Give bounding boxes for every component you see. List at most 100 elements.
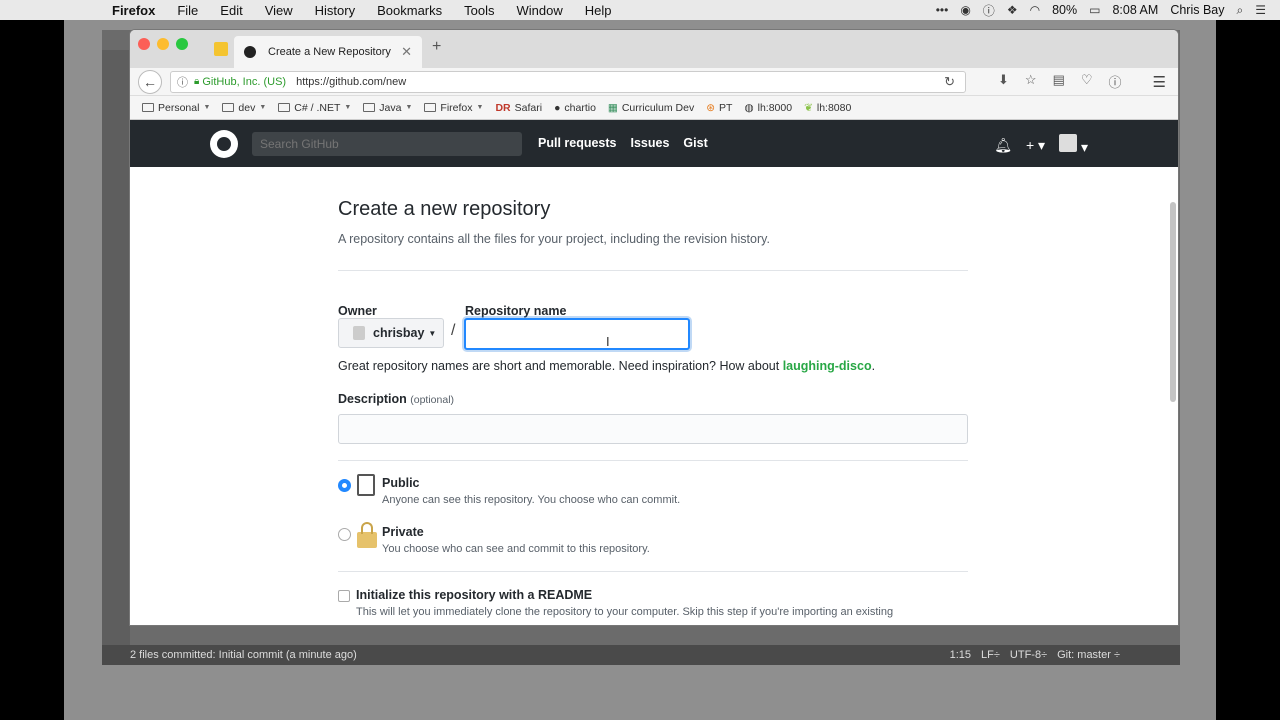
pinned-tab[interactable] — [214, 42, 228, 56]
back-button[interactable]: ← — [138, 69, 162, 94]
lock-icon: 🔒︎ — [194, 76, 200, 87]
menu-app-name[interactable]: Firefox — [112, 3, 155, 18]
bookmark-label: dev — [238, 101, 256, 114]
folder-icon — [278, 103, 291, 112]
addon-info-icon[interactable]: ⓘ — [1109, 72, 1122, 91]
repository-name-input[interactable] — [464, 318, 690, 350]
bookmark-safari[interactable]: DR Safari — [495, 102, 542, 114]
menu-view[interactable]: View — [265, 3, 293, 18]
globe-icon: ◍ — [744, 101, 754, 114]
close-tab-icon[interactable]: ✕ — [401, 44, 412, 60]
reload-icon[interactable]: ↻ — [944, 74, 955, 90]
site-identity: GitHub, Inc. (US) — [202, 75, 287, 88]
description-input[interactable] — [338, 414, 968, 444]
menu-edit[interactable]: Edit — [220, 3, 242, 18]
tab-active[interactable]: Create a New Repository ✕ — [234, 36, 422, 68]
bookmark-star-icon[interactable]: ☆ — [1025, 72, 1037, 91]
bookmark-folder-java[interactable]: Java ▼ — [363, 102, 412, 114]
menu-history[interactable]: History — [315, 3, 355, 18]
repo-book-icon — [357, 474, 375, 496]
nav-pull-requests[interactable]: Pull requests — [538, 136, 617, 150]
bookmark-folder-dev[interactable]: dev ▼ — [222, 102, 266, 114]
user-name[interactable]: Chris Bay — [1170, 3, 1224, 17]
optional-tag: (optional) — [410, 394, 455, 406]
wifi-icon[interactable]: ◠ — [1030, 3, 1040, 17]
info-icon[interactable]: ⓘ — [983, 2, 995, 19]
macos-menubar: Firefox File Edit View History Bookmarks… — [0, 0, 1280, 20]
owner-label: Owner — [338, 304, 377, 318]
site-info-icon[interactable]: ⓘ — [177, 74, 188, 90]
menu-bookmarks[interactable]: Bookmarks — [377, 3, 442, 18]
bookmark-label: Personal — [158, 101, 200, 114]
safari-bookmark-icon: DR — [495, 101, 511, 114]
bookmark-folder-csharp[interactable]: C# / .NET ▼ — [278, 102, 351, 114]
tab-bar: Create a New Repository ✕ + — [130, 30, 1178, 68]
bookmark-label: chartio — [564, 101, 596, 114]
bookmark-folder-firefox[interactable]: Firefox ▼ — [424, 102, 483, 114]
github-search-input[interactable] — [252, 132, 522, 156]
create-new-dropdown[interactable]: + ▾ — [1026, 137, 1045, 154]
ide-line-ending[interactable]: LF÷ — [981, 649, 1000, 661]
url-bar[interactable]: ⓘ 🔒︎ GitHub, Inc. (US) https://github.co… — [170, 70, 966, 93]
record-icon[interactable]: ◉ — [960, 3, 970, 17]
curriculum-icon: ▦ — [607, 101, 618, 114]
ide-encoding[interactable]: UTF-8÷ — [1010, 649, 1047, 661]
menu-help[interactable]: Help — [585, 3, 612, 18]
close-window-button[interactable] — [138, 38, 150, 50]
github-nav: Pull requests Issues Gist — [538, 136, 708, 150]
bookmark-label: Java — [379, 101, 402, 114]
ide-cursor-position[interactable]: 1:15 — [950, 649, 971, 661]
notifications-bell-icon[interactable]: 🔔︎ — [994, 137, 1012, 154]
chevron-down-icon: ▼ — [428, 328, 437, 338]
clock[interactable]: 8:08 AM — [1112, 3, 1158, 17]
private-radio[interactable] — [338, 528, 351, 541]
public-radio[interactable] — [338, 479, 351, 492]
ide-git-branch[interactable]: Git: master ÷ — [1057, 649, 1120, 661]
readme-checkbox[interactable] — [338, 590, 350, 602]
more-icon[interactable]: ••• — [936, 3, 949, 17]
navigation-bar: ← ⓘ 🔒︎ GitHub, Inc. (US) https://github.… — [130, 68, 1178, 96]
github-header: Pull requests Issues Gist 🔔︎ + ▾ ▾ — [130, 120, 1178, 167]
page-scrollbar[interactable] — [1170, 202, 1176, 402]
github-logo-icon[interactable] — [210, 130, 238, 158]
inspiration-text: Great repository names are short and mem… — [338, 359, 780, 373]
menu-tools[interactable]: Tools — [464, 3, 494, 18]
repository-name-label: Repository name — [465, 304, 567, 318]
bookmark-lh8000[interactable]: ◍ lh:8000 — [744, 102, 792, 114]
dropbox-icon[interactable]: ❖ — [1007, 3, 1018, 17]
description-divider — [338, 460, 968, 461]
bookmark-chartio[interactable]: ● chartio — [554, 102, 596, 114]
spotlight-icon[interactable]: ⌕ — [1237, 3, 1244, 18]
nav-gist[interactable]: Gist — [683, 136, 707, 150]
owner-select[interactable]: chrisbay ▼ — [338, 318, 444, 348]
menu-icon[interactable]: ☰ — [1153, 73, 1166, 91]
pocket-icon[interactable]: ♡ — [1081, 72, 1093, 91]
page-title: Create a new repository — [338, 198, 551, 220]
zoom-window-button[interactable] — [176, 38, 188, 50]
bookmark-curriculum-dev[interactable]: ▦ Curriculum Dev — [608, 102, 694, 114]
notification-center-icon[interactable]: ☰ — [1255, 3, 1266, 17]
menubar-status: ••• ◉ ⓘ ❖ ◠ 80% ▭ 8:08 AM Chris Bay ⌕ ☰ — [936, 0, 1266, 20]
menu-file[interactable]: File — [177, 3, 198, 18]
menu-window[interactable]: Window — [517, 3, 563, 18]
url-text[interactable]: https://github.com/new — [296, 76, 406, 88]
new-tab-button[interactable]: + — [432, 38, 441, 56]
visibility-divider — [338, 571, 968, 572]
download-icon[interactable]: ⬇ — [998, 72, 1009, 91]
minimize-window-button[interactable] — [157, 38, 169, 50]
bookmark-pt[interactable]: ⊛ PT — [706, 102, 732, 114]
library-icon[interactable]: ▤ — [1053, 72, 1065, 91]
user-avatar-dropdown[interactable]: ▾ — [1059, 134, 1088, 156]
nav-issues[interactable]: Issues — [631, 136, 670, 150]
leaf-icon: ❦ — [804, 101, 813, 114]
bookmark-label: lh:8000 — [757, 101, 793, 114]
suggested-name-link[interactable]: laughing-disco — [783, 359, 872, 373]
battery-icon[interactable]: ▭ — [1089, 3, 1100, 17]
bookmark-label: Curriculum Dev — [621, 101, 695, 114]
folder-icon — [424, 103, 437, 112]
new-repository-page: Create a new repository A repository con… — [130, 166, 1178, 618]
readme-title: Initialize this repository with a README — [356, 588, 593, 602]
bookmark-lh8080[interactable]: ❦ lh:8080 — [804, 102, 851, 114]
ide-status-bar: 2 files committed: Initial commit (a min… — [102, 645, 1180, 665]
bookmark-folder-personal[interactable]: Personal ▼ — [142, 102, 210, 114]
